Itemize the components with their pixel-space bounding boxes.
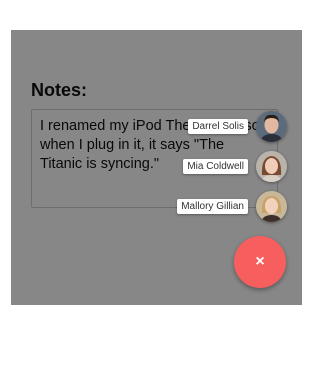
contact-mallory-gillian[interactable]: Mallory Gillian bbox=[177, 191, 287, 222]
avatar[interactable] bbox=[256, 191, 287, 222]
contact-mia-coldwell[interactable]: Mia Coldwell bbox=[183, 151, 287, 182]
avatar-photo-icon bbox=[256, 111, 287, 142]
close-icon: × bbox=[255, 253, 265, 270]
contact-name-label: Mia Coldwell bbox=[183, 159, 248, 174]
avatar[interactable] bbox=[256, 111, 287, 142]
avatar[interactable] bbox=[256, 151, 287, 182]
contact-name-label: Darrel Solis bbox=[188, 119, 248, 134]
avatar-photo-icon bbox=[256, 191, 287, 222]
contact-darrel-solis[interactable]: Darrel Solis bbox=[188, 111, 287, 142]
avatar-photo-icon bbox=[256, 151, 287, 182]
contact-name-label: Mallory Gillian bbox=[177, 199, 248, 214]
app-frame: Notes: I renamed my iPod The Titanic, so… bbox=[11, 30, 302, 305]
close-fab-button[interactable]: × bbox=[234, 236, 286, 288]
